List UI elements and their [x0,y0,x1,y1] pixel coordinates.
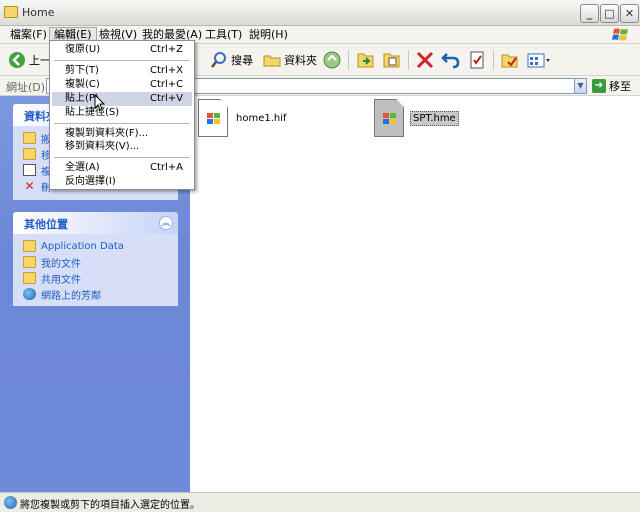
minimize-button[interactable]: _ [580,4,599,23]
other-places-panel: 其他位置 ︽ Application Data 我的文件 共用文件 網路上的芳鄰 [13,212,178,306]
network-globe-icon [23,288,36,300]
status-bar: 將您複製或剪下的項目插入選定的位置。 [0,492,640,512]
folders-label: 資料夾 [284,54,317,67]
windows-logo-icon [612,28,628,41]
undo-icon[interactable] [441,50,461,70]
views-icon[interactable] [526,50,552,70]
properties-icon[interactable] [467,50,487,70]
collapse-chevron-icon[interactable]: ︽ [159,216,173,230]
menu-item-select-all[interactable]: 全選(A) Ctrl+A [52,161,192,175]
back-label: 上一 [29,54,51,67]
place-link-network[interactable]: 網路上的芳鄰 [23,286,178,302]
menu-separator [54,60,190,61]
folder-icon [23,256,36,268]
status-globe-icon [4,496,17,509]
mouse-cursor-icon [94,94,106,111]
file-list-area[interactable]: home1.hif SPT.hme [190,96,640,492]
address-label: 網址(D) [6,81,46,94]
other-places-header[interactable]: 其他位置 ︽ [13,212,178,234]
menu-item-paste[interactable]: 貼上(P) Ctrl+V [52,92,192,106]
file-name: home1.hif [236,112,287,124]
folders-icon [263,55,281,67]
folders-button[interactable]: 資料夾 [263,48,317,72]
copy-folder-icon [23,148,36,160]
windows-file-icon [198,99,228,137]
go-label: 移至 [609,80,631,93]
place-link-shared-documents[interactable]: 共用文件 [23,270,178,286]
search-label: 搜尋 [231,54,253,67]
sync-icon[interactable] [322,50,342,70]
folder-options-icon[interactable] [500,50,520,70]
folder-icon [4,6,18,18]
menu-item-copy[interactable]: 複製(C) Ctrl+C [52,78,192,92]
folder-icon [23,272,36,284]
menu-file[interactable]: 檔案(F) [6,27,51,43]
go-arrow-icon: ➜ [592,79,606,93]
back-arrow-icon [9,52,25,68]
menu-separator [54,123,190,124]
menu-help[interactable]: 說明(H) [245,27,292,43]
folder-icon [23,240,36,252]
copy-to-icon[interactable] [382,50,402,70]
close-icon: ✕ [624,7,635,20]
windows-file-icon [374,99,404,137]
menu-item-paste-shortcut[interactable]: 貼上捷徑(S) [52,106,192,120]
status-text: 將您複製或剪下的項目插入選定的位置。 [20,500,200,511]
other-places-title: 其他位置 [24,218,68,231]
document-icon [23,164,36,176]
file-item[interactable]: home1.hif [198,99,289,137]
menu-item-move-to-folder[interactable]: 移到資料夾(V)... [52,140,192,154]
delete-icon[interactable] [415,50,435,70]
place-link-my-documents[interactable]: 我的文件 [23,254,178,270]
window-title: Home [22,6,55,19]
search-icon [211,52,226,68]
close-button[interactable]: ✕ [620,4,639,23]
search-button[interactable]: 搜尋 [210,48,253,72]
menu-separator [54,157,190,158]
move-folder-icon [23,132,36,144]
menu-tools[interactable]: 工具(T) [201,27,246,43]
file-item-selected[interactable]: SPT.hme [374,99,459,137]
minimize-icon: _ [586,7,593,20]
title-bar: Home _ □ ✕ [0,0,640,26]
maximize-icon: □ [604,7,615,20]
menu-item-undo[interactable]: 復原(U) Ctrl+Z [52,43,192,57]
move-to-icon[interactable] [356,50,376,70]
menu-item-cut[interactable]: 剪下(T) Ctrl+X [52,64,192,78]
maximize-button[interactable]: □ [600,4,619,23]
menu-item-copy-to-folder[interactable]: 複製到資料夾(F)... [52,127,192,141]
delete-x-icon: ✕ [24,179,35,193]
go-button[interactable]: ➜ 移至 [592,78,631,94]
edit-menu-dropdown: 復原(U) Ctrl+Z 剪下(T) Ctrl+X 複製(C) Ctrl+C 貼… [49,40,195,190]
place-link-application-data[interactable]: Application Data [23,238,178,254]
file-name: SPT.hme [410,110,459,126]
address-dropdown-button[interactable]: ▼ [574,78,587,94]
menu-item-invert-selection[interactable]: 反向選擇(I) [52,175,192,189]
back-button[interactable]: 上一 [8,48,51,72]
